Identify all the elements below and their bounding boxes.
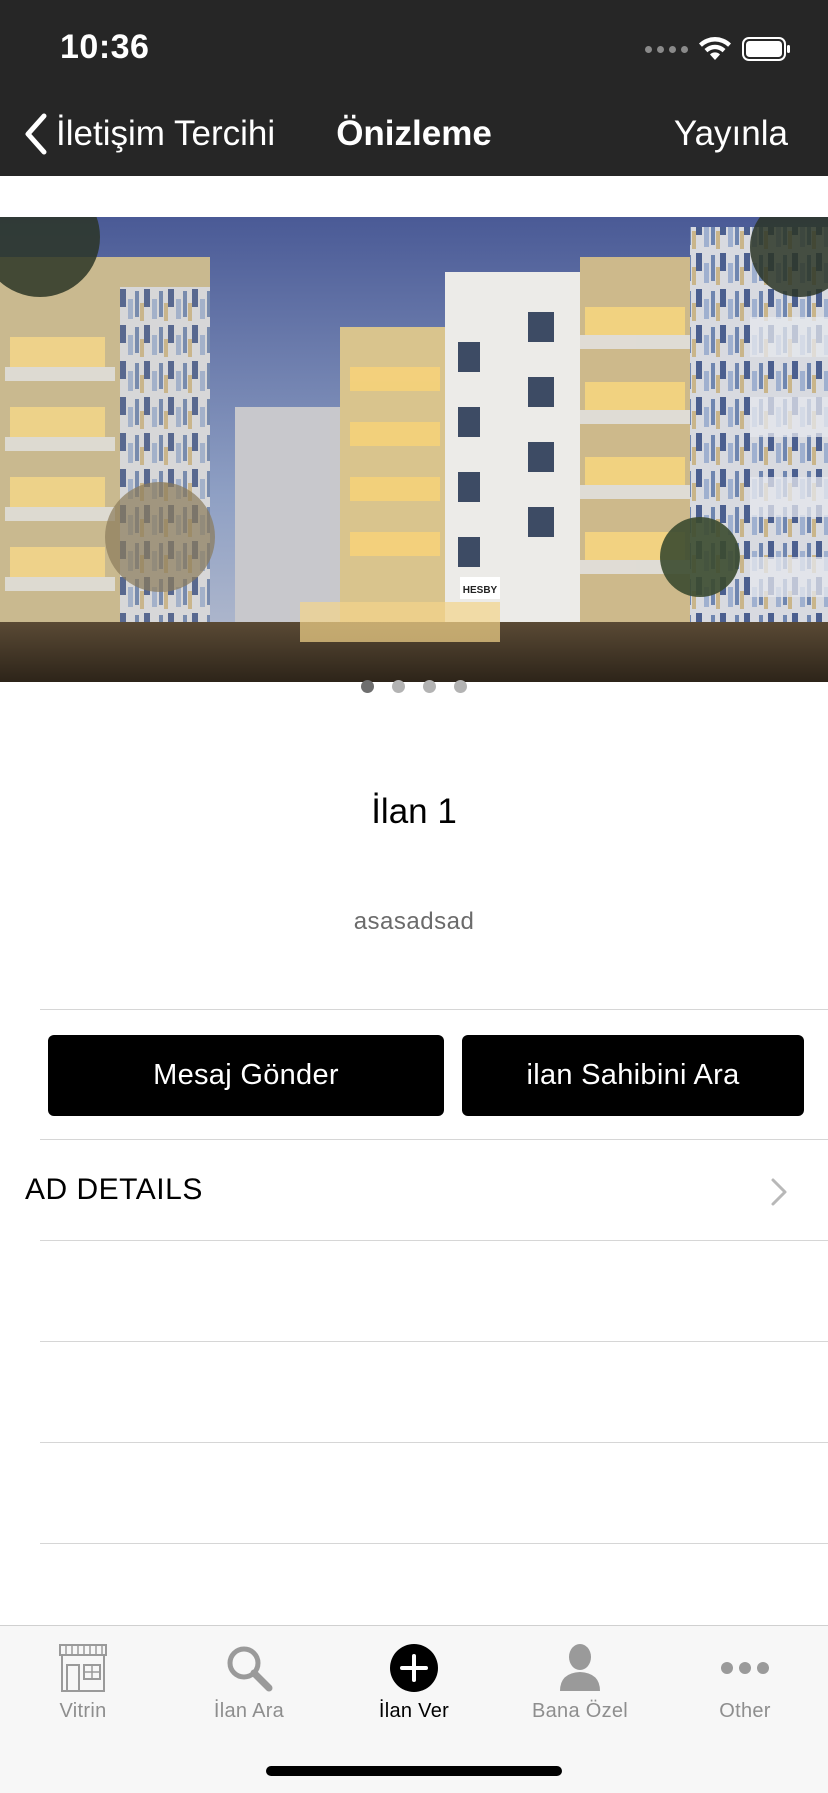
call-owner-button[interactable]: ilan Sahibini Ara — [462, 1035, 804, 1116]
send-message-button[interactable]: Mesaj Gönder — [48, 1035, 444, 1116]
tab-label: İlan Ver — [378, 1700, 450, 1722]
tab-label: Other — [719, 1700, 771, 1722]
tab-label: Bana Özel — [531, 1700, 629, 1722]
back-button-label: İletişim Tercihi — [56, 114, 276, 153]
storefront-icon — [59, 1644, 107, 1692]
more-icon — [721, 1662, 769, 1674]
divider — [40, 1442, 828, 1443]
add-circle-icon — [390, 1644, 438, 1692]
status-bar: 10:36 — [0, 0, 828, 92]
tab-label: Vitrin — [59, 1700, 107, 1722]
ad-title: İlan 1 — [371, 792, 457, 831]
person-icon — [560, 1644, 600, 1691]
navigation-bar: İletişim Tercihi Önizleme Yayınla — [0, 92, 828, 176]
page-dot[interactable] — [454, 680, 467, 693]
ad-details-label: AD DETAILS — [25, 1173, 203, 1206]
tab-ilan-ver[interactable]: İlan Ver — [331, 1626, 497, 1736]
tab-vitrin[interactable]: Vitrin — [0, 1626, 166, 1736]
publish-button[interactable]: Yayınla — [674, 108, 788, 160]
chevron-left-icon — [25, 113, 47, 155]
page-title: Önizleme — [336, 114, 492, 153]
page-indicator[interactable] — [0, 680, 828, 693]
wifi-icon — [699, 37, 731, 60]
divider — [40, 1543, 828, 1544]
image-gallery[interactable]: HESBY — [0, 217, 828, 682]
page-dot[interactable] — [392, 680, 405, 693]
building-sign: HESBY — [463, 585, 498, 596]
tab-bana-ozel[interactable]: Bana Özel — [497, 1626, 663, 1736]
divider — [40, 1341, 828, 1342]
search-icon — [227, 1646, 273, 1692]
listing-photo: HESBY — [0, 217, 828, 682]
status-time: 10:36 — [60, 28, 150, 66]
home-indicator[interactable] — [266, 1766, 562, 1776]
chevron-right-icon — [771, 1178, 787, 1206]
status-icons — [645, 36, 792, 62]
tab-label: İlan Ara — [213, 1700, 285, 1722]
cellular-signal-icon — [645, 45, 688, 53]
divider — [40, 1009, 828, 1010]
divider — [40, 1139, 828, 1140]
tab-ilan-ara[interactable]: İlan Ara — [166, 1626, 332, 1736]
tab-other[interactable]: Other — [662, 1626, 828, 1736]
divider — [40, 1240, 828, 1241]
back-button[interactable]: İletişim Tercihi — [24, 108, 275, 160]
page-dot[interactable] — [423, 680, 436, 693]
ad-details-row[interactable]: AD DETAILS — [0, 1141, 828, 1241]
ad-description: asasadsad — [353, 908, 475, 935]
page-dot-active[interactable] — [361, 680, 374, 693]
battery-icon — [742, 37, 790, 61]
